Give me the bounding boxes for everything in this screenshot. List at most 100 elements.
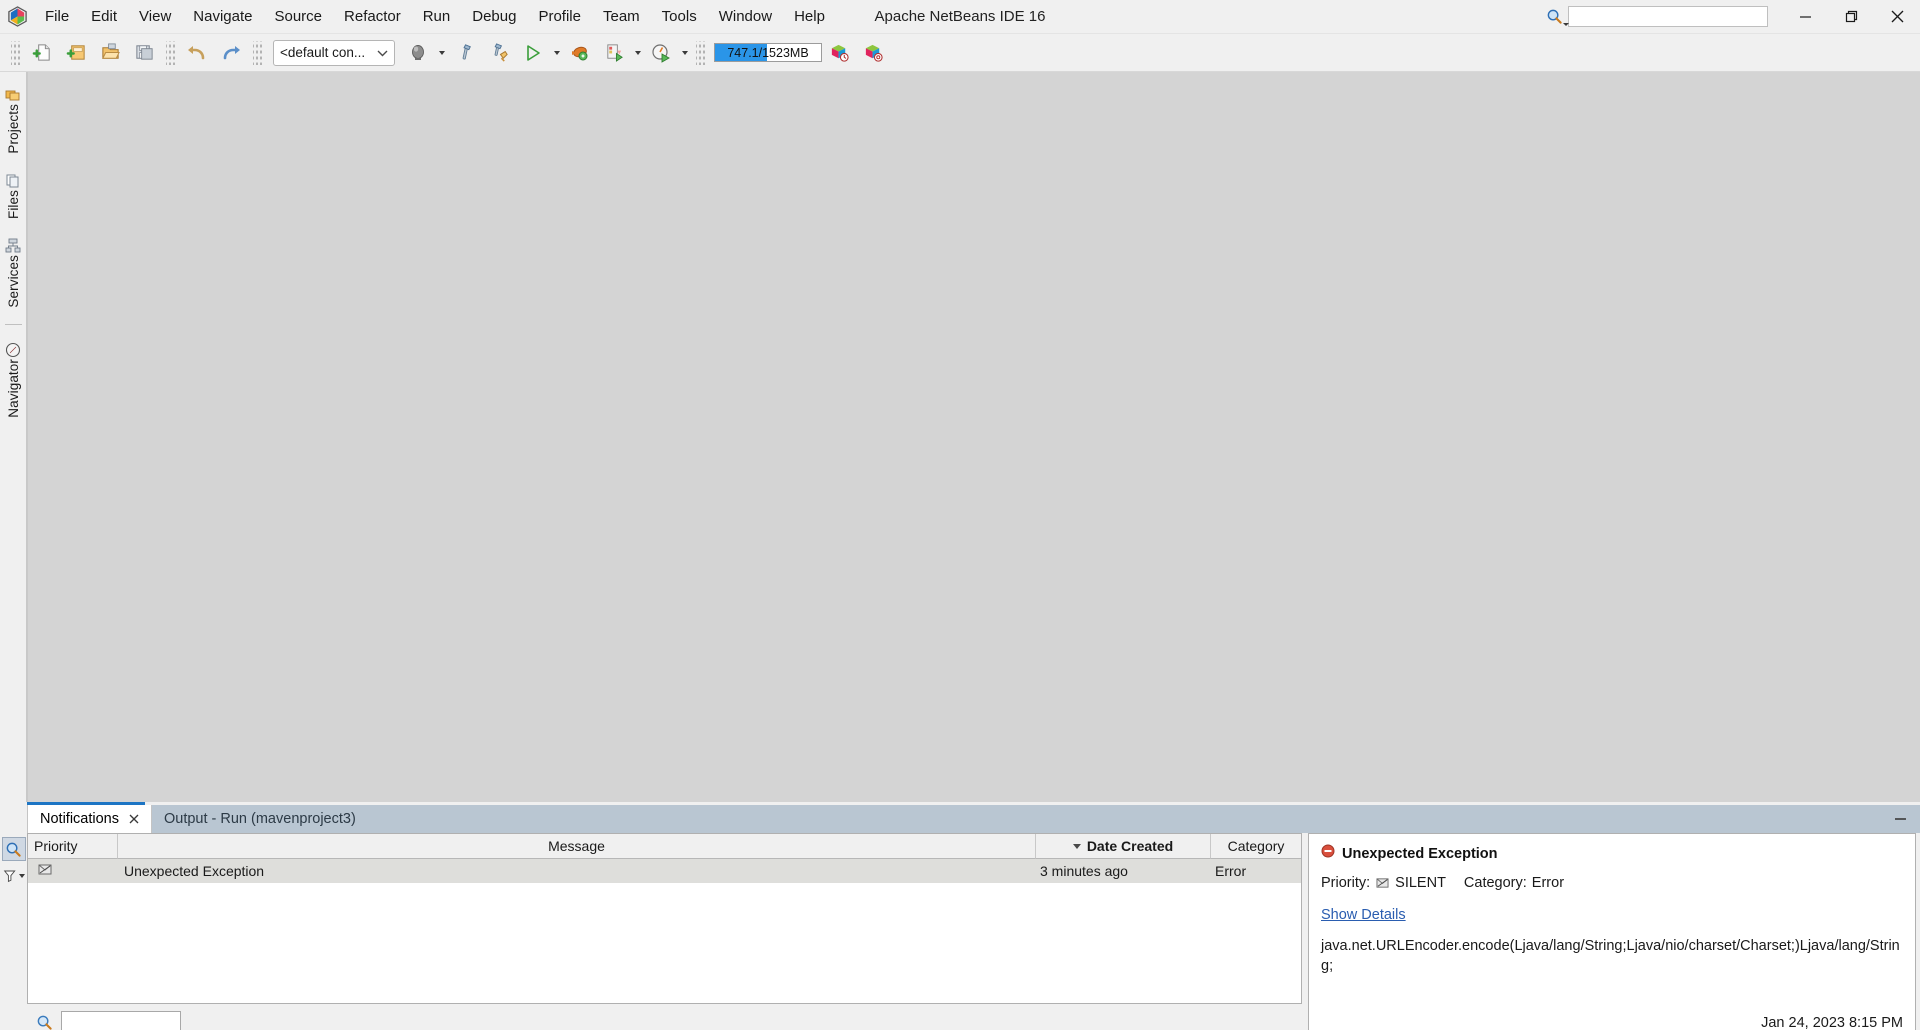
- search-icon: [1543, 6, 1569, 28]
- detail-message: java.net.URLEncoder.encode(Ljava/lang/St…: [1321, 938, 1900, 974]
- debug-icon[interactable]: [563, 37, 597, 69]
- cell-message: Unexpected Exception: [124, 863, 265, 879]
- menu-debug[interactable]: Debug: [461, 0, 527, 34]
- browser-dropdown[interactable]: [435, 37, 448, 69]
- hammer-broom-icon[interactable]: [482, 37, 516, 69]
- bottom-panel-tabs: Notifications Output - Run (mavenproject…: [0, 802, 1920, 833]
- chevron-down-icon: [377, 45, 388, 60]
- detail-category-label: Category:: [1463, 875, 1527, 891]
- sidebar-tab-files[interactable]: Files: [4, 162, 22, 227]
- projects-icon: [4, 86, 22, 104]
- column-header-priority[interactable]: Priority: [28, 834, 118, 859]
- toolbar-grip-2[interactable]: [166, 40, 175, 65]
- title-bar: File Edit View Navigate Source Refactor …: [0, 0, 1920, 34]
- configuration-label: <default con...: [280, 45, 366, 60]
- notifications-toolbar: [0, 833, 27, 1030]
- browser-globe-icon[interactable]: [401, 37, 435, 69]
- minimize-icon[interactable]: [1782, 0, 1828, 34]
- notifications-filter-row: [27, 1004, 1302, 1030]
- navigator-icon: [4, 341, 22, 359]
- hammer-icon[interactable]: [448, 37, 482, 69]
- close-icon[interactable]: [128, 813, 141, 826]
- show-details-link[interactable]: Show Details: [1321, 907, 1406, 923]
- rail-group-navigator: Navigator: [4, 331, 22, 426]
- files-icon: [4, 172, 22, 190]
- menu-profile[interactable]: Profile: [527, 0, 592, 34]
- run-dropdown[interactable]: [550, 37, 563, 69]
- notification-detail-panel: Unexpected Exception Priority: SILENT Ca…: [1308, 833, 1916, 1030]
- netbeans-logo-icon: [0, 0, 34, 34]
- detail-category-value: Error: [1531, 875, 1565, 891]
- configuration-combo[interactable]: <default con...: [273, 39, 395, 66]
- column-header-date-created-label: Date Created: [1086, 838, 1174, 854]
- detail-priority-value: SILENT: [1395, 875, 1446, 891]
- menu-team[interactable]: Team: [592, 0, 651, 34]
- global-search[interactable]: [1543, 6, 1768, 28]
- gauge-dropdown[interactable]: [678, 37, 691, 69]
- notifications-filter-button[interactable]: [2, 864, 26, 888]
- detail-priority-label: Priority:: [1321, 875, 1371, 891]
- tab-output-run[interactable]: Output - Run (mavenproject3): [151, 805, 366, 833]
- notifications-search-button[interactable]: [1, 837, 26, 861]
- sidebar-tab-projects[interactable]: Projects: [4, 76, 22, 162]
- cell-date-created: 3 minutes ago: [1040, 863, 1128, 879]
- run-play-icon[interactable]: [516, 37, 550, 69]
- toolbar-grip-3[interactable]: [253, 40, 262, 65]
- search-input[interactable]: [1568, 6, 1768, 27]
- column-header-date-created[interactable]: Date Created: [1036, 834, 1211, 859]
- column-header-message[interactable]: Message: [118, 834, 1036, 859]
- close-icon[interactable]: [1874, 0, 1920, 34]
- tab-notifications[interactable]: Notifications: [27, 805, 152, 833]
- gauge-icon[interactable]: [644, 37, 678, 69]
- menu-view[interactable]: View: [128, 0, 182, 34]
- redo-button[interactable]: [214, 37, 248, 69]
- toolbar-grip-4[interactable]: [696, 40, 705, 65]
- cell-category: Error: [1215, 863, 1247, 879]
- silent-priority-icon: [1376, 877, 1389, 889]
- package-history-icon[interactable]: [822, 37, 856, 69]
- profile-icon[interactable]: [597, 37, 631, 69]
- editor-area[interactable]: [27, 72, 1920, 802]
- menu-edit[interactable]: Edit: [80, 0, 128, 34]
- menu-source[interactable]: Source: [263, 0, 333, 34]
- tab-output-run-label: Output - Run (mavenproject3): [163, 811, 356, 827]
- sidebar-tab-projects-label: Projects: [5, 104, 21, 154]
- tab-notifications-label: Notifications: [40, 811, 119, 827]
- detail-timestamp: Jan 24, 2023 8:15 PM: [1761, 1015, 1903, 1030]
- menu-help[interactable]: Help: [783, 0, 836, 34]
- rail-group-explorers: Projects Files Services: [4, 76, 22, 315]
- new-file-button[interactable]: [25, 37, 59, 69]
- toolbar-grip[interactable]: [11, 40, 20, 65]
- notifications-table: Priority Message Date Created Category U…: [27, 833, 1302, 1004]
- new-project-button[interactable]: [59, 37, 93, 69]
- silent-priority-icon: [38, 863, 52, 879]
- open-project-button[interactable]: [93, 37, 127, 69]
- menu-run[interactable]: Run: [412, 0, 462, 34]
- column-header-category[interactable]: Category: [1211, 834, 1301, 859]
- notifications-list-column: Priority Message Date Created Category U…: [27, 833, 1308, 1030]
- undo-button[interactable]: [180, 37, 214, 69]
- menu-navigate[interactable]: Navigate: [182, 0, 263, 34]
- minimize-panel-icon[interactable]: [1886, 807, 1914, 831]
- notifications-panel: Priority Message Date Created Category U…: [0, 833, 1920, 1030]
- sidebar-tab-services[interactable]: Services: [4, 227, 22, 316]
- cell-priority: [28, 859, 118, 883]
- detail-title: Unexpected Exception: [1342, 845, 1498, 862]
- detail-header: Unexpected Exception: [1321, 844, 1903, 863]
- profile-dropdown[interactable]: [631, 37, 644, 69]
- table-row[interactable]: Unexpected Exception 3 minutes ago Error: [28, 859, 1301, 883]
- tabs-filler: [365, 805, 1920, 833]
- menu-file[interactable]: File: [34, 0, 80, 34]
- menu-window[interactable]: Window: [708, 0, 783, 34]
- sidebar-tab-services-label: Services: [5, 254, 21, 308]
- save-all-button[interactable]: [127, 37, 161, 69]
- menu-tools[interactable]: Tools: [651, 0, 708, 34]
- main-toolbar: <default con... 747.1/1523MB: [0, 34, 1920, 72]
- sidebar-tab-files-label: Files: [5, 189, 21, 219]
- menu-refactor[interactable]: Refactor: [333, 0, 412, 34]
- notifications-filter-input[interactable]: [61, 1010, 181, 1030]
- sidebar-tab-navigator[interactable]: Navigator: [4, 331, 22, 426]
- package-search-icon[interactable]: [856, 37, 890, 69]
- memory-indicator[interactable]: 747.1/1523MB: [714, 43, 822, 62]
- maximize-icon[interactable]: [1828, 0, 1874, 34]
